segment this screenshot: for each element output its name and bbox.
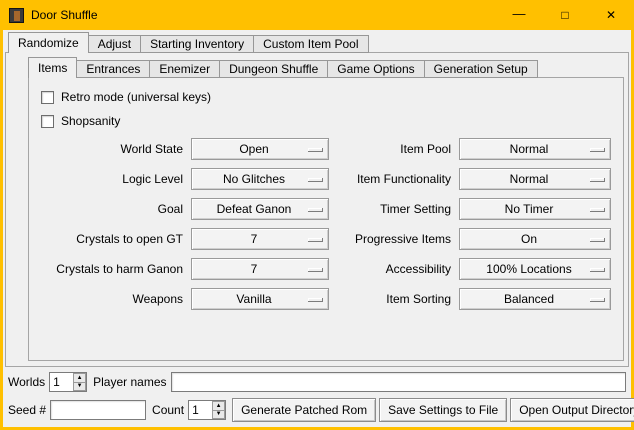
count-label: Count bbox=[152, 403, 184, 417]
option-row: Crystals to open GT 7 Progressive Items … bbox=[35, 224, 619, 254]
checkbox-icon[interactable] bbox=[41, 91, 54, 104]
progressive-items-dropdown[interactable]: On bbox=[459, 228, 611, 250]
weapons-dropdown[interactable]: Vanilla bbox=[191, 288, 329, 310]
dropdown-indicator-icon bbox=[590, 238, 605, 242]
items-pane: Retro mode (universal keys) Shopsanity W… bbox=[28, 77, 624, 361]
dropdown-indicator-icon bbox=[308, 178, 323, 182]
item-sorting-dropdown[interactable]: Balanced bbox=[459, 288, 611, 310]
dropdown-indicator-icon bbox=[308, 148, 323, 152]
retro-mode-checkbox[interactable]: Retro mode (universal keys) bbox=[41, 88, 211, 106]
checkbox-label: Shopsanity bbox=[61, 114, 120, 128]
seed-label: Seed # bbox=[8, 403, 46, 417]
tab-items[interactable]: Items bbox=[28, 57, 77, 78]
option-row: World State Open Item Pool Normal bbox=[35, 134, 619, 164]
dropdown-indicator-icon bbox=[308, 268, 323, 272]
option-label: Progressive Items bbox=[335, 232, 451, 246]
option-label: Logic Level bbox=[35, 172, 183, 186]
close-button[interactable]: ✕ bbox=[588, 0, 634, 30]
tab-generation-setup[interactable]: Generation Setup bbox=[424, 60, 538, 78]
spin-down-icon[interactable]: ▼ bbox=[73, 383, 86, 392]
window-title: Door Shuffle bbox=[31, 8, 98, 22]
options-grid: World State Open Item Pool Normal Logic … bbox=[35, 134, 619, 314]
option-label: Item Sorting bbox=[335, 292, 451, 306]
randomize-pane: Items Entrances Enemizer Dungeon Shuffle… bbox=[5, 52, 629, 367]
maximize-button[interactable]: □ bbox=[542, 0, 588, 30]
dropdown-indicator-icon bbox=[590, 148, 605, 152]
option-row: Weapons Vanilla Item Sorting Balanced bbox=[35, 284, 619, 314]
inner-tab-bar: Items Entrances Enemizer Dungeon Shuffle… bbox=[28, 57, 538, 78]
tab-adjust[interactable]: Adjust bbox=[88, 35, 141, 53]
app-icon[interactable] bbox=[9, 8, 24, 23]
option-label: Crystals to harm Ganon bbox=[35, 262, 183, 276]
minimize-button[interactable]: — bbox=[496, 0, 542, 30]
generate-row: Seed # Count ▲ ▼ Generate Patched Rom Sa… bbox=[8, 398, 626, 422]
spin-up-icon[interactable]: ▲ bbox=[212, 401, 225, 411]
option-label: Timer Setting bbox=[335, 202, 451, 216]
tab-entrances[interactable]: Entrances bbox=[76, 60, 150, 78]
titlebar[interactable]: Door Shuffle — □ ✕ bbox=[0, 0, 634, 30]
dropdown-indicator-icon bbox=[308, 208, 323, 212]
app-window: Door Shuffle — □ ✕ Randomize Adjust Star… bbox=[0, 0, 634, 430]
dropdown-indicator-icon bbox=[590, 178, 605, 182]
generate-rom-button[interactable]: Generate Patched Rom bbox=[232, 398, 376, 422]
timer-setting-dropdown[interactable]: No Timer bbox=[459, 198, 611, 220]
window-controls: — □ ✕ bbox=[496, 0, 634, 30]
tab-enemizer[interactable]: Enemizer bbox=[149, 60, 220, 78]
spinner-buttons: ▲ ▼ bbox=[73, 373, 86, 391]
tab-custom-item-pool[interactable]: Custom Item Pool bbox=[253, 35, 368, 53]
crystals-ganon-dropdown[interactable]: 7 bbox=[191, 258, 329, 280]
option-label: World State bbox=[35, 142, 183, 156]
checkbox-label: Retro mode (universal keys) bbox=[61, 90, 211, 104]
shopsanity-checkbox[interactable]: Shopsanity bbox=[41, 112, 120, 130]
open-output-directory-button[interactable]: Open Output Directory bbox=[510, 398, 634, 422]
outer-tab-bar: Randomize Adjust Starting Inventory Cust… bbox=[8, 32, 369, 53]
goal-dropdown[interactable]: Defeat Ganon bbox=[191, 198, 329, 220]
dropdown-indicator-icon bbox=[308, 298, 323, 302]
dropdown-indicator-icon bbox=[590, 268, 605, 272]
dropdown-indicator-icon bbox=[308, 238, 323, 242]
option-label: Goal bbox=[35, 202, 183, 216]
checkbox-icon[interactable] bbox=[41, 115, 54, 128]
option-label: Item Pool bbox=[335, 142, 451, 156]
spinner-buttons: ▲ ▼ bbox=[212, 401, 225, 419]
tab-starting-inventory[interactable]: Starting Inventory bbox=[140, 35, 254, 53]
item-pool-dropdown[interactable]: Normal bbox=[459, 138, 611, 160]
save-settings-button[interactable]: Save Settings to File bbox=[379, 398, 507, 422]
player-names-label: Player names bbox=[93, 375, 166, 389]
worlds-label: Worlds bbox=[8, 375, 45, 389]
crystals-gt-dropdown[interactable]: 7 bbox=[191, 228, 329, 250]
tab-game-options[interactable]: Game Options bbox=[327, 60, 424, 78]
option-label: Accessibility bbox=[335, 262, 451, 276]
option-row: Goal Defeat Ganon Timer Setting No Timer bbox=[35, 194, 619, 224]
seed-input[interactable] bbox=[50, 400, 146, 420]
worlds-input[interactable] bbox=[50, 373, 73, 391]
option-label: Item Functionality bbox=[335, 172, 451, 186]
tab-dungeon-shuffle[interactable]: Dungeon Shuffle bbox=[219, 60, 328, 78]
spin-up-icon[interactable]: ▲ bbox=[73, 373, 86, 383]
worlds-stepper[interactable]: ▲ ▼ bbox=[49, 372, 87, 392]
count-input[interactable] bbox=[189, 401, 212, 419]
spin-down-icon[interactable]: ▼ bbox=[212, 411, 225, 420]
option-label: Weapons bbox=[35, 292, 183, 306]
tab-randomize[interactable]: Randomize bbox=[8, 32, 89, 53]
logic-level-dropdown[interactable]: No Glitches bbox=[191, 168, 329, 190]
dropdown-indicator-icon bbox=[590, 298, 605, 302]
world-state-dropdown[interactable]: Open bbox=[191, 138, 329, 160]
accessibility-dropdown[interactable]: 100% Locations bbox=[459, 258, 611, 280]
player-names-input[interactable] bbox=[171, 372, 627, 392]
multiworld-row: Worlds ▲ ▼ Player names bbox=[8, 371, 626, 393]
window-body: Randomize Adjust Starting Inventory Cust… bbox=[3, 30, 631, 427]
count-stepper[interactable]: ▲ ▼ bbox=[188, 400, 226, 420]
item-functionality-dropdown[interactable]: Normal bbox=[459, 168, 611, 190]
option-label: Crystals to open GT bbox=[35, 232, 183, 246]
option-row: Logic Level No Glitches Item Functionali… bbox=[35, 164, 619, 194]
dropdown-indicator-icon bbox=[590, 208, 605, 212]
option-row: Crystals to harm Ganon 7 Accessibility 1… bbox=[35, 254, 619, 284]
